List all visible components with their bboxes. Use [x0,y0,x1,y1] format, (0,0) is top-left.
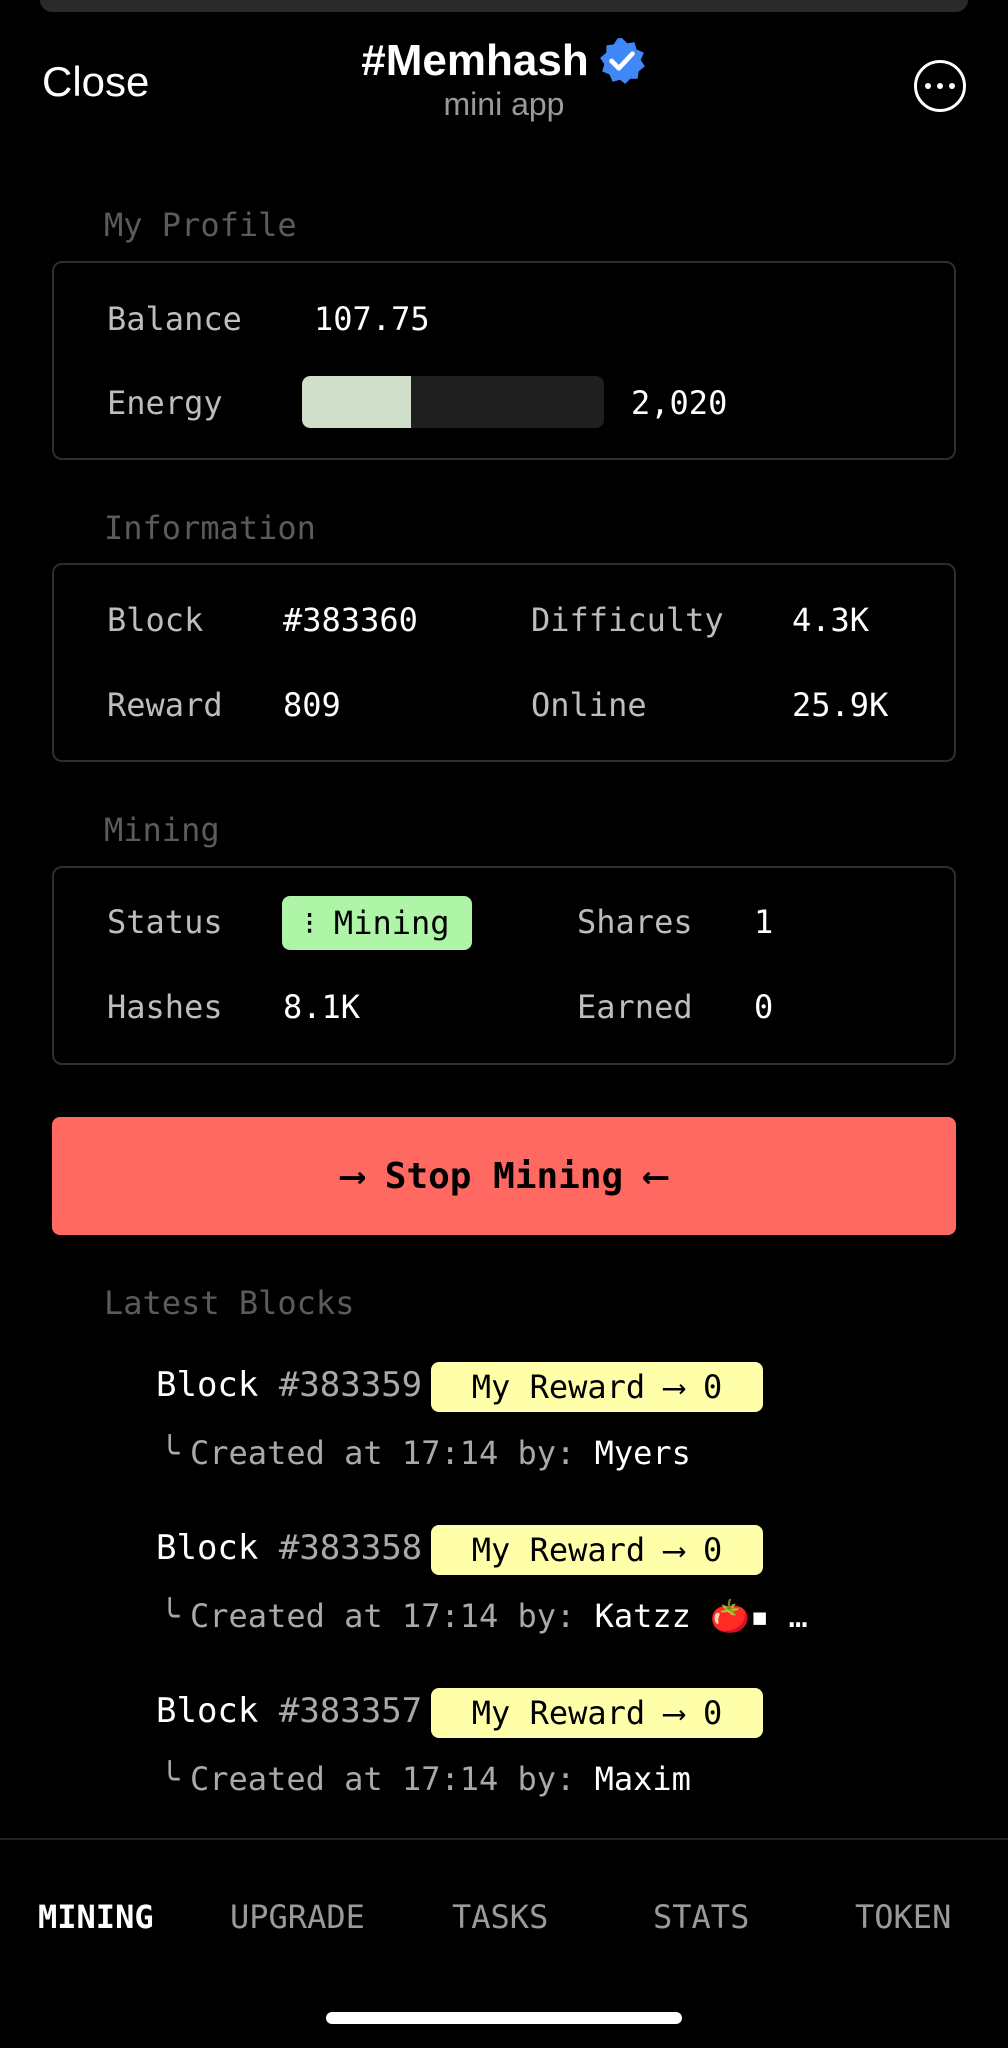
more-dot-icon [949,83,955,89]
top-status-sliver [40,0,968,12]
mining-section-label: Mining [104,811,220,849]
block-item-prefix: Block [156,1365,259,1405]
shares-value: 1 [754,903,774,941]
status-label: Status [107,903,223,941]
nav-tab-upgrade[interactable]: UPGRADE [230,1898,365,1936]
reward-label: Reward [107,686,223,724]
block-creator: Maxim [594,1760,691,1798]
profile-section-label: My Profile [104,206,297,244]
block-created-line: ╰ Created at 17:14 by: Myers [160,1434,691,1472]
energy-bar-fill [302,376,411,428]
energy-bar [302,376,604,428]
information-section-label: Information [104,509,316,547]
earned-label: Earned [577,988,693,1026]
app-title-row: #Memhash [361,36,646,86]
hashes-value: 8.1K [283,988,361,1026]
shares-label: Shares [577,903,693,941]
app-subtitle: mini app [443,86,565,122]
block-created-line: ╰ Created at 17:14 by: Katzz 🍅▪ … [160,1597,808,1635]
block-created-line: ╰ Created at 17:14 by: Maxim [160,1760,691,1798]
nav-tab-mining[interactable]: MINING [38,1898,154,1936]
balance-value: 107.75 [314,300,430,338]
nav-tab-stats[interactable]: STATS [653,1898,749,1936]
block-item-number: #383358 [278,1528,423,1568]
stop-mining-button[interactable]: ⟶ Stop Mining ⟵ [52,1117,956,1235]
latest-blocks-section-label: Latest Blocks [104,1284,355,1322]
balance-label: Balance [107,300,242,338]
block-item-title[interactable]: Block #383359 [156,1365,422,1405]
more-dot-icon [925,83,931,89]
block-created-text: Created at 17:14 by: [190,1597,576,1635]
block-item-number: #383357 [278,1691,423,1731]
tree-branch-icon: ╰ [160,1597,180,1635]
difficulty-value: 4.3K [792,601,870,639]
nav-tab-token[interactable]: TOKEN [855,1898,951,1936]
block-created-text: Created at 17:14 by: [190,1760,576,1798]
block-reward-pill: My Reward ⟶ 0 [431,1362,763,1412]
energy-value: 2,020 [631,384,728,422]
energy-label: Energy [107,384,223,422]
block-reward-pill: My Reward ⟶ 0 [431,1688,763,1738]
profile-card [52,261,956,460]
block-item-prefix: Block [156,1528,259,1568]
hashes-label: Hashes [107,988,223,1026]
block-item-title[interactable]: Block #383357 [156,1691,422,1731]
app-header: #Memhash mini app [0,36,1008,123]
block-item-number: #383359 [278,1365,423,1405]
home-indicator [326,2012,682,2024]
block-item-prefix: Block [156,1691,259,1731]
mining-card [52,866,956,1065]
block-creator: Myers [594,1434,691,1472]
tree-branch-icon: ╰ [160,1760,180,1798]
online-label: Online [531,686,647,724]
block-creator: Katzz 🍅▪ … [594,1597,808,1635]
online-value: 25.9K [792,686,889,724]
reward-value: 809 [283,686,341,724]
earned-value: 0 [754,988,774,1026]
tree-branch-icon: ╰ [160,1434,180,1472]
more-options-button[interactable] [914,60,966,112]
block-label: Block [107,601,204,639]
more-dot-icon [937,83,943,89]
information-card [52,563,956,762]
block-reward-pill: My Reward ⟶ 0 [431,1525,763,1575]
difficulty-label: Difficulty [531,601,724,639]
block-value: #383360 [283,601,418,639]
mining-status-badge: ⁝ Mining [282,896,472,950]
block-item-title[interactable]: Block #383358 [156,1528,422,1568]
block-created-text: Created at 17:14 by: [190,1434,576,1472]
nav-tab-tasks[interactable]: TASKS [452,1898,548,1936]
verified-badge-icon [599,38,645,84]
bottom-nav-divider [0,1838,1008,1840]
app-title: #Memhash [361,36,589,85]
